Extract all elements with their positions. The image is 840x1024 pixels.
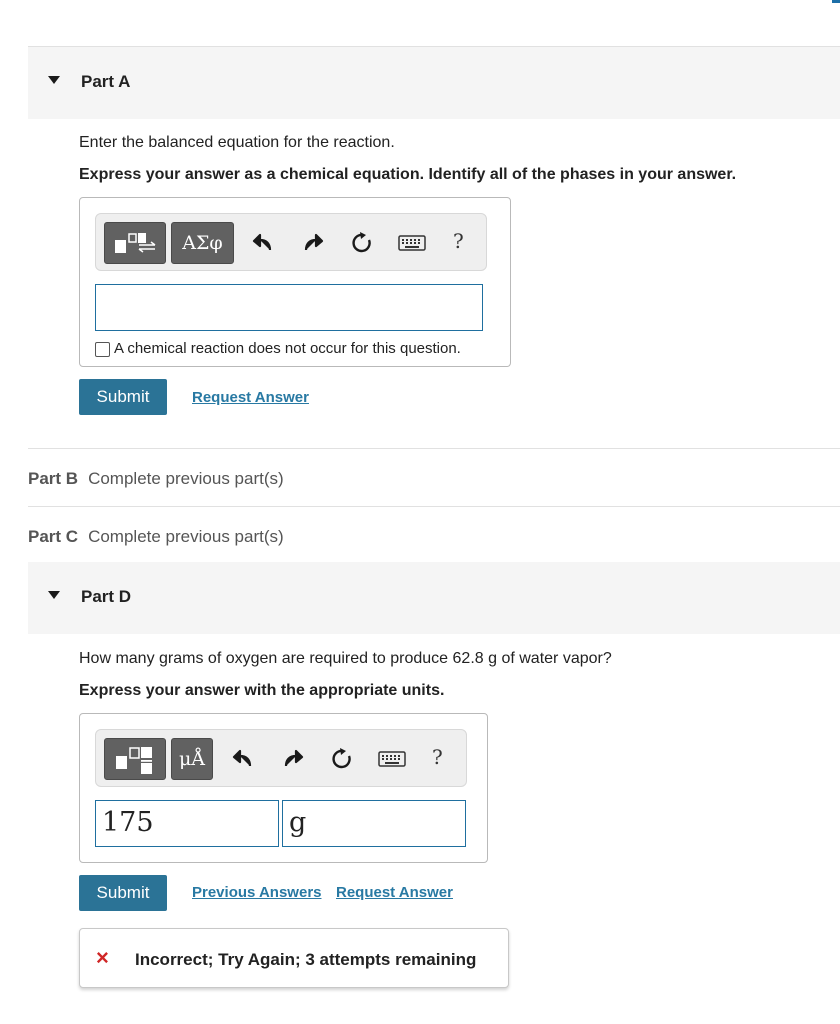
part-d-header[interactable]: Part D: [28, 562, 840, 634]
part-d-answer-box: μÅ ? 175 g: [79, 713, 488, 863]
part-a-header[interactable]: Part A: [28, 47, 840, 119]
top-corner-mark: [832, 0, 840, 3]
part-d-toolbar: μÅ ?: [95, 729, 467, 787]
fraction-template-icon: [116, 747, 152, 774]
no-reaction-label: A chemical reaction does not occur for t…: [114, 340, 461, 357]
value-input[interactable]: 175: [95, 800, 279, 847]
part-b-title: Part B: [28, 469, 79, 488]
help-button[interactable]: ?: [432, 745, 443, 769]
part-a-submit-button[interactable]: Submit: [79, 379, 167, 415]
part-d-submit-button[interactable]: Submit: [79, 875, 167, 911]
divider: [28, 506, 840, 507]
help-button[interactable]: ?: [453, 229, 464, 253]
part-c-title: Part C: [28, 527, 79, 546]
reset-icon[interactable]: [347, 228, 377, 258]
collapse-triangle-icon[interactable]: [48, 76, 60, 84]
previous-answers-link[interactable]: Previous Answers: [192, 884, 322, 901]
part-d-instruction: Express your answer with the appropriate…: [79, 682, 445, 699]
part-d-title: Part D: [81, 587, 132, 606]
divider: [28, 448, 840, 449]
chemical-equation-input[interactable]: [95, 284, 483, 331]
templates-icon: [115, 233, 156, 253]
reset-icon[interactable]: [327, 744, 357, 774]
feedback-box: × Incorrect; Try Again; 3 attempts remai…: [79, 928, 509, 988]
units-button[interactable]: μÅ: [171, 738, 213, 780]
fraction-template-button[interactable]: [104, 738, 166, 780]
part-a-instruction: Express your answer as a chemical equati…: [79, 166, 737, 183]
no-reaction-checkbox[interactable]: [95, 342, 110, 357]
part-b-row: Part B Complete previous part(s): [28, 469, 284, 489]
units-input-text: g: [289, 807, 307, 838]
part-b-status: Complete previous part(s): [88, 469, 284, 488]
part-a-title: Part A: [81, 72, 131, 91]
part-d-prompt: How many grams of oxygen are required to…: [79, 650, 612, 667]
keyboard-icon[interactable]: [396, 228, 428, 258]
redo-icon[interactable]: [298, 228, 328, 258]
undo-icon[interactable]: [228, 744, 258, 774]
undo-icon[interactable]: [248, 228, 278, 258]
part-c-status: Complete previous part(s): [88, 527, 284, 546]
value-input-text: 175: [102, 807, 154, 838]
templates-button[interactable]: [104, 222, 166, 264]
incorrect-icon: ×: [96, 945, 109, 970]
part-d-request-answer-link[interactable]: Request Answer: [336, 884, 453, 901]
part-c-row: Part C Complete previous part(s): [28, 527, 284, 547]
part-a-prompt: Enter the balanced equation for the reac…: [79, 134, 395, 151]
redo-icon[interactable]: [278, 744, 308, 774]
keyboard-icon[interactable]: [376, 744, 408, 774]
units-input[interactable]: g: [282, 800, 466, 847]
feedback-message: Incorrect; Try Again; 3 attempts remaini…: [135, 950, 477, 969]
collapse-triangle-icon[interactable]: [48, 591, 60, 599]
part-a-request-answer-link[interactable]: Request Answer: [192, 389, 309, 406]
part-a-answer-box: ΑΣφ ? A chemical reaction does not occur…: [79, 197, 511, 367]
symbols-button[interactable]: ΑΣφ: [171, 222, 234, 264]
part-a-toolbar: ΑΣφ ?: [95, 213, 487, 271]
